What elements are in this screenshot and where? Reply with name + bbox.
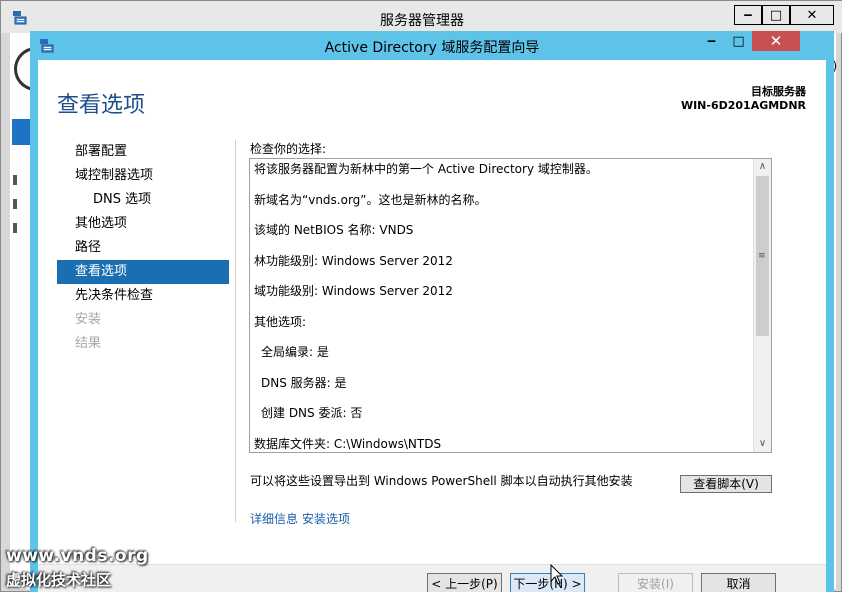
review-line: 全局编录: 是 [261,345,329,359]
review-lines: 将该服务器配置为新林中的第一个 Active Directory 域控制器。 新域… [254,159,752,452]
nav-item-0[interactable]: 部署配置 [57,140,229,164]
nav-item-6[interactable]: 先决条件检查 [57,284,229,308]
bg-minimize-button[interactable]: ‒ [734,5,762,25]
nav-item-4[interactable]: 路径 [57,236,229,260]
review-scrollbar[interactable]: ∧ ≡ ∨ [753,159,771,452]
review-line: 该域的 NetBIOS 名称: VNDS [254,223,414,237]
nav-item-7: 安装 [75,312,102,327]
review-line: 其他选项: [254,314,307,329]
install-options-link[interactable]: 安装选项 [302,512,350,526]
chevron-up-icon[interactable]: ∧ [754,159,771,175]
mouse-pointer-icon [550,564,564,585]
wizard-titlebar: Active Directory 域服务配置向导 ‒ □ ✕ [30,31,834,60]
wizard-maximize-button[interactable]: □ [725,31,752,51]
wizard-close-button[interactable]: ✕ [752,31,800,51]
review-line: 创建 DNS 委派: 否 [261,406,363,420]
nav-item-3[interactable]: 其他选项 [57,212,229,236]
page-title: 查看选项 [57,93,146,118]
review-line: 新域名为“vnds.org”。这也是新林的名称。 [254,192,487,207]
sidebar-icons [13,175,19,245]
more-info: 详细信息 安装选项 [250,510,350,527]
wizard-button-bar: < 上一步(P) 下一步(N) > 安装(I) 取消 [38,564,826,592]
review-line: 将该服务器配置为新林中的第一个 Active Directory 域控制器。 [254,162,598,176]
watermark-site: www.vnds.org [6,546,149,566]
review-line: DNS 服务器: 是 [261,375,347,390]
more-info-text: 详细信息 [250,512,299,526]
next-button[interactable]: 下一步(N) > [510,573,585,592]
review-line: 数据库文件夹: C:\Windows\NTDS [254,436,442,451]
wizard-client-area: 查看选项 目标服务器 WIN-6D201AGMDNR 部署配置 域控制器选项 DNS… [38,60,826,592]
sidebar-selected-item[interactable] [12,119,32,145]
wizard-nav: 部署配置 域控制器选项 DNS 选项 其他选项 路径 查看选项 先决条件检查安装结果 [57,140,229,356]
nav-item-1[interactable]: 域控制器选项 [57,164,229,188]
review-textbox[interactable]: 将该服务器配置为新林中的第一个 Active Directory 域控制器。 新域… [249,158,772,453]
bg-close-button[interactable]: ✕ [790,5,834,25]
target-server-label: 目标服务器 [751,85,806,98]
nav-item-2[interactable]: DNS 选项 [57,188,229,212]
export-description: 可以将这些设置导出到 Windows PowerShell 脚本以自动执行其他安… [250,474,633,488]
review-label: 检查你的选择: [250,142,327,156]
target-server-name: WIN-6D201AGMDNR [680,99,806,112]
review-line: 林功能级别: Windows Server 2012 [254,253,453,268]
wizard-minimize-button[interactable]: ‒ [698,31,725,51]
nav-item-5[interactable]: 查看选项 [57,260,229,284]
watermark-name: 虚拟化技术社区 [6,571,112,589]
install-button[interactable]: 安装(I) [618,573,693,592]
previous-button[interactable]: < 上一步(P) [427,573,502,592]
bg-maximize-button[interactable]: □ [762,5,790,25]
grip-icon: ≡ [758,251,766,261]
server-manager-title: 服务器管理器 [380,13,464,29]
review-line: 域功能级别: Windows Server 2012 [254,284,453,298]
server-manager-titlebar: 服务器管理器 ‒ □ ✕ [1,1,842,33]
cancel-button[interactable]: 取消 [701,573,776,592]
nav-divider [235,140,236,522]
ad-ds-config-wizard: Active Directory 域服务配置向导 ‒ □ ✕ 查看选项 目标服务… [30,31,834,592]
chevron-down-icon[interactable]: ∨ [754,436,771,452]
view-script-button[interactable]: 查看脚本(V) [680,475,772,493]
nav-item-8: 结果 [75,336,102,351]
